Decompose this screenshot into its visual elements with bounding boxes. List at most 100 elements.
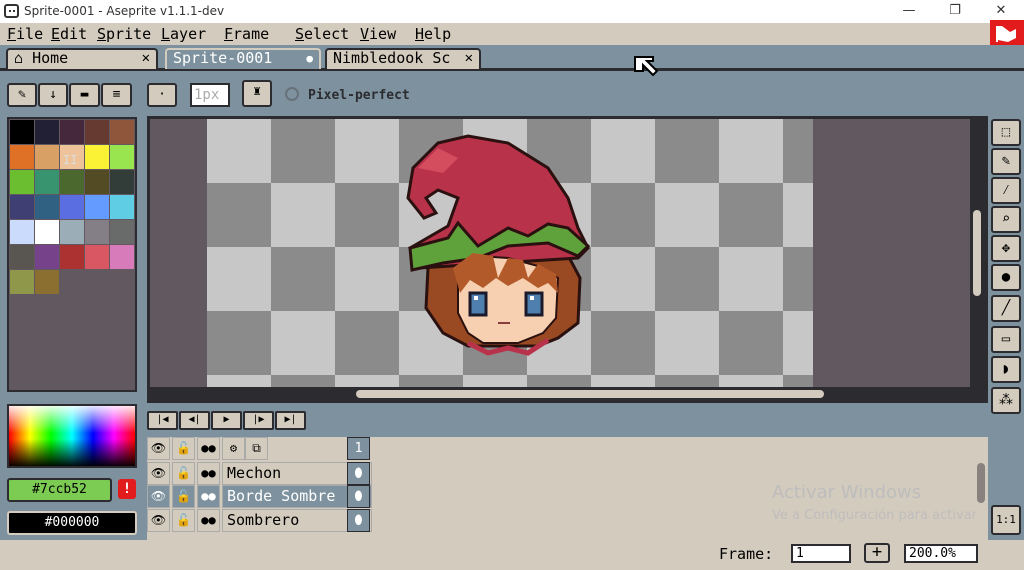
contour-tool[interactable]: ◗ — [991, 356, 1021, 383]
editor-vertical-scrollbar[interactable] — [973, 210, 981, 296]
palette-swatch[interactable] — [110, 245, 134, 269]
pixel-perfect-checkbox[interactable] — [285, 87, 299, 101]
eye-icon[interactable]: 👁 — [147, 509, 170, 532]
tab-nimbledook[interactable]: Nimbledook Sc ✕ — [325, 48, 481, 69]
palette-swatch[interactable] — [85, 145, 109, 169]
eye-icon[interactable]: 👁 — [147, 485, 170, 508]
palette-swatch[interactable] — [85, 220, 109, 244]
palette-swatch[interactable] — [35, 120, 59, 144]
lock-icon[interactable]: 🔓 — [172, 485, 195, 508]
palette-swatch[interactable] — [60, 195, 84, 219]
ink-button[interactable]: ♜ — [242, 80, 272, 107]
eyedropper-tool[interactable]: ⁄ — [991, 177, 1021, 204]
tab-sprite-0001[interactable]: Sprite-0001 ● — [165, 48, 321, 69]
palette-swatch[interactable] — [10, 120, 34, 144]
color-warning-icon[interactable]: ! — [118, 479, 136, 499]
palette-swatch[interactable] — [10, 220, 34, 244]
palette-options-button[interactable]: ≡ — [101, 83, 132, 107]
play-button[interactable]: ▶ — [211, 411, 242, 430]
palette-swatch[interactable] — [110, 120, 134, 144]
palette-swatch[interactable] — [35, 270, 59, 294]
zoom-tool[interactable]: ⌕ — [991, 206, 1021, 233]
palette-swatch[interactable] — [35, 145, 59, 169]
layer-row-sombrero[interactable]: 👁 🔓 ●● Sombrero ⬮ — [147, 509, 372, 532]
palette-swatch[interactable] — [35, 245, 59, 269]
continuous-icon[interactable]: ●● — [197, 462, 220, 485]
cel-keyframe-icon[interactable]: ⬮ — [347, 462, 370, 485]
palette-swatch[interactable] — [35, 220, 59, 244]
palette-swatch[interactable] — [85, 120, 109, 144]
brush-size-input[interactable]: 1px — [190, 83, 230, 107]
lock-icon[interactable]: 🔓 — [172, 509, 195, 532]
palette-swatch[interactable] — [10, 170, 34, 194]
new-frame-button[interactable]: + — [864, 543, 890, 563]
news-flag-icon[interactable] — [990, 20, 1024, 46]
timeline-scrollbar[interactable] — [977, 463, 985, 503]
presets-button[interactable]: ▬ — [69, 83, 100, 107]
tab-modified-dot-icon[interactable]: ● — [306, 50, 313, 67]
palette-swatch[interactable] — [85, 170, 109, 194]
paint-bucket-tool[interactable]: ● — [991, 264, 1021, 291]
continuous-icon[interactable]: ●● — [197, 485, 220, 508]
frame-header[interactable]: 1 — [347, 437, 370, 460]
menu-file[interactable]: File — [7, 25, 43, 43]
menu-view[interactable]: View — [360, 25, 396, 43]
tab-home[interactable]: ⌂ Home ✕ — [6, 48, 158, 69]
blur-tool[interactable]: ⁂ — [991, 387, 1021, 414]
brush-type-button[interactable]: · — [147, 83, 177, 107]
continuous-icon[interactable]: ●● — [197, 437, 220, 460]
layer-row-borde-sombre[interactable]: 👁 🔓 ●● Borde Sombre ⬮ — [147, 485, 372, 508]
gear-icon[interactable]: ⚙ — [222, 437, 245, 460]
menu-help[interactable]: Help — [415, 25, 451, 43]
next-frame-button[interactable]: |▶ — [243, 411, 274, 430]
lock-icon[interactable]: 🔓 — [172, 437, 195, 460]
palette-swatch[interactable] — [60, 170, 84, 194]
continuous-icon[interactable]: ●● — [197, 509, 220, 532]
tab-home-close-icon[interactable]: ✕ — [142, 50, 150, 67]
line-tool[interactable]: ╱ — [991, 295, 1021, 322]
palette-swatch[interactable] — [110, 145, 134, 169]
menu-edit[interactable]: Edit — [51, 25, 87, 43]
palette-swatch[interactable] — [10, 145, 34, 169]
edit-palette-button[interactable]: ✎ — [7, 83, 37, 107]
cel-keyframe-icon[interactable]: ⬮ — [347, 509, 370, 532]
maximize-button[interactable]: ❐ — [932, 0, 978, 23]
menu-frame[interactable]: Frame — [224, 25, 269, 43]
sort-palette-button[interactable]: ↓ — [38, 83, 68, 107]
foreground-color-button[interactable]: #7ccb52 — [7, 478, 112, 502]
rectangle-tool[interactable]: ▭ — [991, 326, 1021, 353]
zoom-input[interactable]: 200.0% — [904, 544, 978, 563]
palette-swatch[interactable] — [10, 270, 34, 294]
move-tool[interactable]: ✥ — [991, 235, 1021, 262]
palette-swatch[interactable] — [110, 220, 134, 244]
menu-select[interactable]: Select — [295, 25, 349, 43]
lock-icon[interactable]: 🔓 — [172, 462, 195, 485]
previous-frame-button[interactable]: ◀| — [179, 411, 210, 430]
pencil-tool[interactable]: ✎ — [991, 148, 1021, 175]
palette-swatch[interactable] — [85, 195, 109, 219]
frame-input[interactable]: 1 — [791, 544, 851, 563]
menu-sprite[interactable]: Sprite — [97, 25, 151, 43]
eye-icon[interactable]: 👁 — [147, 462, 170, 485]
palette-swatch[interactable] — [35, 195, 59, 219]
last-frame-button[interactable]: ▶| — [275, 411, 306, 430]
layer-row-mechon[interactable]: 👁 🔓 ●● Mechon ⬮ — [147, 462, 372, 485]
palette-swatch[interactable] — [60, 120, 84, 144]
palette-swatch[interactable] — [110, 195, 134, 219]
palette-swatch[interactable] — [35, 170, 59, 194]
palette-swatch[interactable] — [60, 245, 84, 269]
tab-nimbledook-close-icon[interactable]: ✕ — [465, 50, 473, 67]
first-frame-button[interactable]: |◀ — [147, 411, 178, 430]
color-spectrum[interactable] — [7, 404, 137, 468]
onion-skin-icon[interactable]: ⧉ — [245, 437, 268, 460]
palette-swatch[interactable] — [85, 245, 109, 269]
zoom-one-to-one-button[interactable]: 1:1 — [991, 505, 1021, 535]
editor-horizontal-scrollbar[interactable] — [356, 390, 824, 398]
palette-swatch[interactable] — [60, 220, 84, 244]
background-color-button[interactable]: #000000 — [7, 511, 137, 535]
minimize-button[interactable]: — — [886, 0, 932, 23]
eye-icon[interactable]: 👁 — [147, 437, 170, 460]
palette-swatch[interactable] — [10, 245, 34, 269]
menu-layer[interactable]: Layer — [161, 25, 206, 43]
palette-swatch[interactable] — [110, 170, 134, 194]
